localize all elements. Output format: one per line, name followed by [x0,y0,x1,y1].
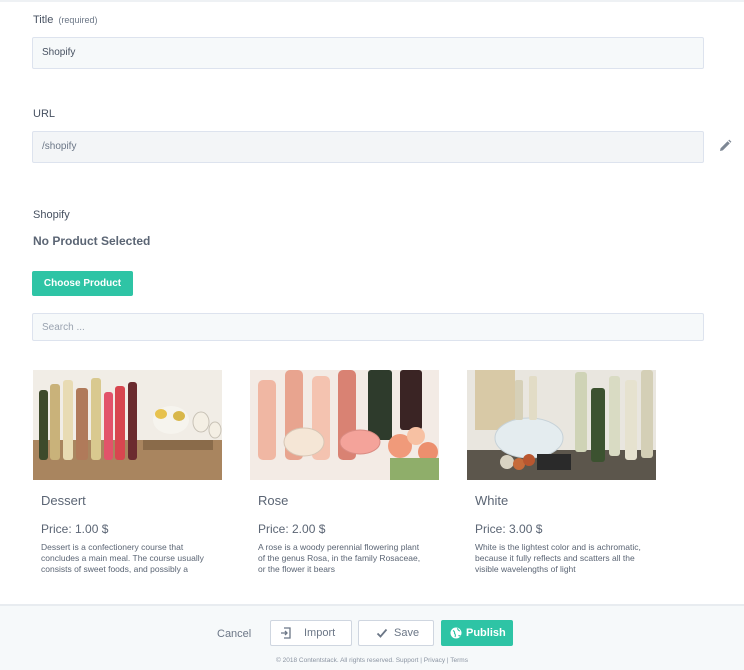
product-price: Price: 1.00 $ [41,522,109,536]
copyright-text: © 2018 Contentstack. All rights reserved… [276,657,468,664]
product-image-dessert [33,370,222,480]
product-description: Dessert is a confectionery course that c… [41,542,204,576]
required-indicator: (required) [58,15,98,25]
footer-bar: Cancel Import Save Publish © 2018 Conten… [0,604,744,670]
import-button[interactable]: Import [270,620,352,646]
title-label-text: Title [33,14,54,26]
publish-button[interactable]: Publish [441,620,513,646]
product-name: Rose [258,493,289,508]
product-price: Price: 2.00 $ [258,522,326,536]
product-card-rose[interactable]: Rose Price: 2.00 $ A rose is a woody per… [250,370,439,582]
url-input[interactable]: /shopify [32,131,704,163]
title-field-label: Title (required) [33,14,97,26]
product-card-dessert[interactable]: Dessert Price: 1.00 $ Dessert is a confe… [33,370,222,582]
pencil-icon[interactable] [717,138,733,154]
product-image-white [467,370,656,480]
search-input[interactable] [32,313,704,341]
cancel-link[interactable]: Cancel [217,628,251,640]
product-name: Dessert [41,493,86,508]
url-field-label: URL [33,108,56,120]
save-label: Save [394,627,420,639]
top-divider [0,0,744,2]
save-button[interactable]: Save [358,620,434,646]
publish-label: Publish [466,627,506,639]
product-image-rose [250,370,439,480]
globe-icon [450,627,462,639]
import-icon [281,627,291,639]
choose-product-button[interactable]: Choose Product [32,271,133,296]
check-icon [376,628,388,638]
product-description: A rose is a woody perennial flowering pl… [258,542,421,574]
product-description: White is the lightest color and is achro… [475,542,641,574]
product-name: White [475,493,509,508]
shopify-field-label: Shopify [33,209,70,221]
product-card-white[interactable]: White Price: 3.00 $ White is the lightes… [467,370,656,582]
product-price: Price: 3.00 $ [475,522,543,536]
title-input[interactable]: Shopify [32,37,704,69]
no-product-selected-text: No Product Selected [33,234,151,248]
import-label: Import [304,627,336,639]
